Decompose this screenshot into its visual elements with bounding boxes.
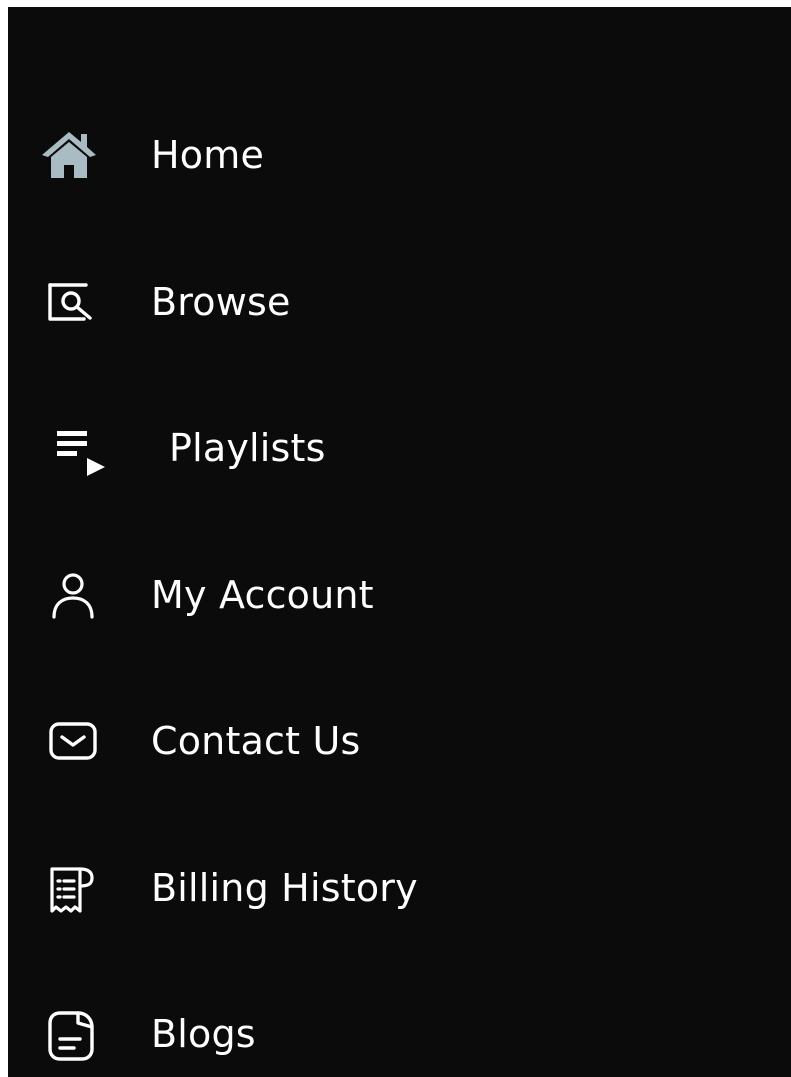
side-menu: Home Browse Playlists My Account Contact… bbox=[8, 7, 791, 1077]
blog-icon bbox=[38, 1003, 100, 1065]
playlist-icon bbox=[53, 417, 115, 479]
home-icon bbox=[38, 124, 100, 186]
sidebar-item-blogs[interactable]: Blogs bbox=[8, 999, 791, 1069]
sidebar-item-my-account[interactable]: My Account bbox=[8, 560, 791, 630]
browse-icon bbox=[38, 271, 100, 333]
sidebar-item-label: Browse bbox=[151, 280, 291, 324]
sidebar-item-label: Playlists bbox=[169, 426, 326, 470]
sidebar-item-label: Contact Us bbox=[151, 719, 361, 763]
sidebar-item-playlists[interactable]: Playlists bbox=[8, 413, 791, 483]
sidebar-item-label: Billing History bbox=[151, 866, 418, 910]
sidebar-item-home[interactable]: Home bbox=[8, 120, 791, 190]
sidebar-item-label: Home bbox=[151, 133, 265, 177]
receipt-icon bbox=[38, 857, 100, 919]
user-icon bbox=[38, 564, 100, 626]
sidebar-item-label: My Account bbox=[151, 573, 374, 617]
sidebar-item-contact-us[interactable]: Contact Us bbox=[8, 706, 791, 776]
mail-icon bbox=[38, 710, 100, 772]
sidebar-item-billing-history[interactable]: Billing History bbox=[8, 853, 791, 923]
sidebar-item-label: Blogs bbox=[151, 1012, 256, 1056]
sidebar-item-browse[interactable]: Browse bbox=[8, 267, 791, 337]
